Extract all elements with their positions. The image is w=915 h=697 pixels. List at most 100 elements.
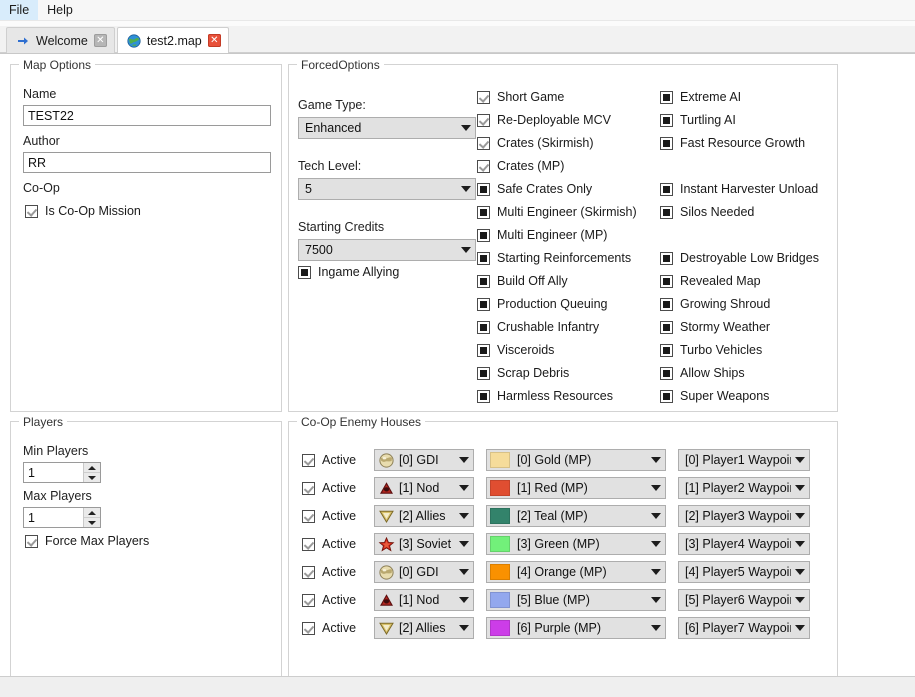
close-icon[interactable]: ✕ xyxy=(93,34,107,47)
stepper-down-icon[interactable] xyxy=(84,517,100,527)
house-active-checkbox-row[interactable]: Active xyxy=(302,565,374,579)
checkbox-icon[interactable] xyxy=(302,481,315,495)
checkbox-icon[interactable] xyxy=(302,565,315,579)
house-waypoint-select[interactable]: [1] Player2 Waypoint xyxy=(678,477,810,499)
option-checkbox-row[interactable]: Destroyable Low Bridges xyxy=(660,251,819,265)
checkbox-icon[interactable] xyxy=(25,204,38,218)
checkbox-icon[interactable] xyxy=(302,453,315,467)
house-color-select[interactable]: [4] Orange (MP) xyxy=(486,561,666,583)
checkbox-icon[interactable] xyxy=(660,205,673,219)
checkbox-icon[interactable] xyxy=(660,251,673,265)
checkbox-icon[interactable] xyxy=(660,182,673,196)
house-select[interactable]: [0] GDI xyxy=(374,561,474,583)
house-waypoint-select[interactable]: [4] Player5 Waypoint xyxy=(678,561,810,583)
option-checkbox-row[interactable]: Scrap Debris xyxy=(477,366,569,380)
author-input[interactable]: RR xyxy=(23,152,271,173)
house-select[interactable]: [0] GDI xyxy=(374,449,474,471)
option-checkbox-row[interactable]: Extreme AI xyxy=(660,90,741,104)
house-active-checkbox-row[interactable]: Active xyxy=(302,621,374,635)
checkbox-icon[interactable] xyxy=(477,205,490,219)
checkbox-icon[interactable] xyxy=(660,389,673,403)
tech-level-select[interactable]: 5 xyxy=(298,178,476,200)
checkbox-icon[interactable] xyxy=(477,343,490,357)
stepper-buttons[interactable] xyxy=(83,508,100,527)
house-color-select[interactable]: [5] Blue (MP) xyxy=(486,589,666,611)
menu-item-help[interactable]: Help xyxy=(38,0,82,20)
house-color-select[interactable]: [0] Gold (MP) xyxy=(486,449,666,471)
checkbox-icon[interactable] xyxy=(477,136,490,150)
checkbox-icon[interactable] xyxy=(660,136,673,150)
house-select[interactable]: [2] Allies xyxy=(374,617,474,639)
checkbox-icon[interactable] xyxy=(477,320,490,334)
checkbox-icon[interactable] xyxy=(477,274,490,288)
option-checkbox-row[interactable]: Growing Shroud xyxy=(660,297,770,311)
checkbox-icon[interactable] xyxy=(660,90,673,104)
checkbox-icon[interactable] xyxy=(660,366,673,380)
house-active-checkbox-row[interactable]: Active xyxy=(302,453,374,467)
checkbox-icon[interactable] xyxy=(302,593,315,607)
option-checkbox-row[interactable]: Crates (Skirmish) xyxy=(477,136,594,150)
checkbox-icon[interactable] xyxy=(477,90,490,104)
checkbox-icon[interactable] xyxy=(477,366,490,380)
option-checkbox-row[interactable]: Multi Engineer (MP) xyxy=(477,228,607,242)
option-checkbox-row[interactable]: Stormy Weather xyxy=(660,320,770,334)
option-checkbox-row[interactable]: Revealed Map xyxy=(660,274,761,288)
checkbox-icon[interactable] xyxy=(477,159,490,173)
name-input[interactable]: TEST22 xyxy=(23,105,271,126)
house-waypoint-select[interactable]: [6] Player7 Waypoint xyxy=(678,617,810,639)
house-select[interactable]: [1] Nod xyxy=(374,589,474,611)
option-checkbox-row[interactable]: Fast Resource Growth xyxy=(660,136,805,150)
house-select[interactable]: [2] Allies xyxy=(374,505,474,527)
house-color-select[interactable]: [3] Green (MP) xyxy=(486,533,666,555)
house-waypoint-select[interactable]: [5] Player6 Waypoint xyxy=(678,589,810,611)
checkbox-icon[interactable] xyxy=(302,621,315,635)
checkbox-icon[interactable] xyxy=(477,297,490,311)
tab-welcome[interactable]: Welcome ✕ xyxy=(6,27,115,53)
checkbox-icon[interactable] xyxy=(25,534,38,548)
option-checkbox-row[interactable]: Harmless Resources xyxy=(477,389,613,403)
checkbox-icon[interactable] xyxy=(298,265,311,279)
house-select[interactable]: [1] Nod xyxy=(374,477,474,499)
stepper-up-icon[interactable] xyxy=(84,508,100,517)
house-active-checkbox-row[interactable]: Active xyxy=(302,537,374,551)
checkbox-icon[interactable] xyxy=(660,343,673,357)
house-waypoint-select[interactable]: [3] Player4 Waypoint xyxy=(678,533,810,555)
starting-credits-select[interactable]: 7500 xyxy=(298,239,476,261)
tab-test2-map[interactable]: test2.map ✕ xyxy=(116,27,229,53)
max-players-stepper[interactable]: 1 xyxy=(23,507,101,528)
option-checkbox-row[interactable]: Starting Reinforcements xyxy=(477,251,631,265)
option-checkbox-row[interactable]: Turbo Vehicles xyxy=(660,343,762,357)
option-checkbox-row[interactable]: Super Weapons xyxy=(660,389,769,403)
is-coop-mission-checkbox-row[interactable]: Is Co-Op Mission xyxy=(25,204,141,218)
house-color-select[interactable]: [2] Teal (MP) xyxy=(486,505,666,527)
option-checkbox-row[interactable]: Visceroids xyxy=(477,343,554,357)
checkbox-icon[interactable] xyxy=(477,113,490,127)
house-waypoint-select[interactable]: [0] Player1 Waypoint xyxy=(678,449,810,471)
checkbox-icon[interactable] xyxy=(302,509,315,523)
stepper-up-icon[interactable] xyxy=(84,463,100,472)
force-max-players-checkbox-row[interactable]: Force Max Players xyxy=(25,534,149,548)
option-checkbox-row[interactable]: Crushable Infantry xyxy=(477,320,599,334)
stepper-down-icon[interactable] xyxy=(84,472,100,482)
option-checkbox-row[interactable]: Short Game xyxy=(477,90,564,104)
stepper-buttons[interactable] xyxy=(83,463,100,482)
option-checkbox-row[interactable]: Safe Crates Only xyxy=(477,182,592,196)
option-checkbox-row[interactable]: Allow Ships xyxy=(660,366,745,380)
option-checkbox-row[interactable]: Re-Deployable MCV xyxy=(477,113,611,127)
game-type-select[interactable]: Enhanced xyxy=(298,117,476,139)
max-players-value[interactable]: 1 xyxy=(24,508,83,527)
min-players-value[interactable]: 1 xyxy=(24,463,83,482)
checkbox-icon[interactable] xyxy=(660,320,673,334)
checkbox-icon[interactable] xyxy=(660,113,673,127)
house-active-checkbox-row[interactable]: Active xyxy=(302,509,374,523)
house-select[interactable]: [3] Soviet xyxy=(374,533,474,555)
menu-item-file[interactable]: File xyxy=(0,0,39,20)
option-checkbox-row[interactable]: Production Queuing xyxy=(477,297,608,311)
checkbox-icon[interactable] xyxy=(477,228,490,242)
checkbox-icon[interactable] xyxy=(477,251,490,265)
option-checkbox-row[interactable]: Crates (MP) xyxy=(477,159,564,173)
house-color-select[interactable]: [1] Red (MP) xyxy=(486,477,666,499)
option-checkbox-row[interactable]: Silos Needed xyxy=(660,205,754,219)
option-checkbox-row[interactable]: Build Off Ally xyxy=(477,274,568,288)
checkbox-icon[interactable] xyxy=(660,297,673,311)
